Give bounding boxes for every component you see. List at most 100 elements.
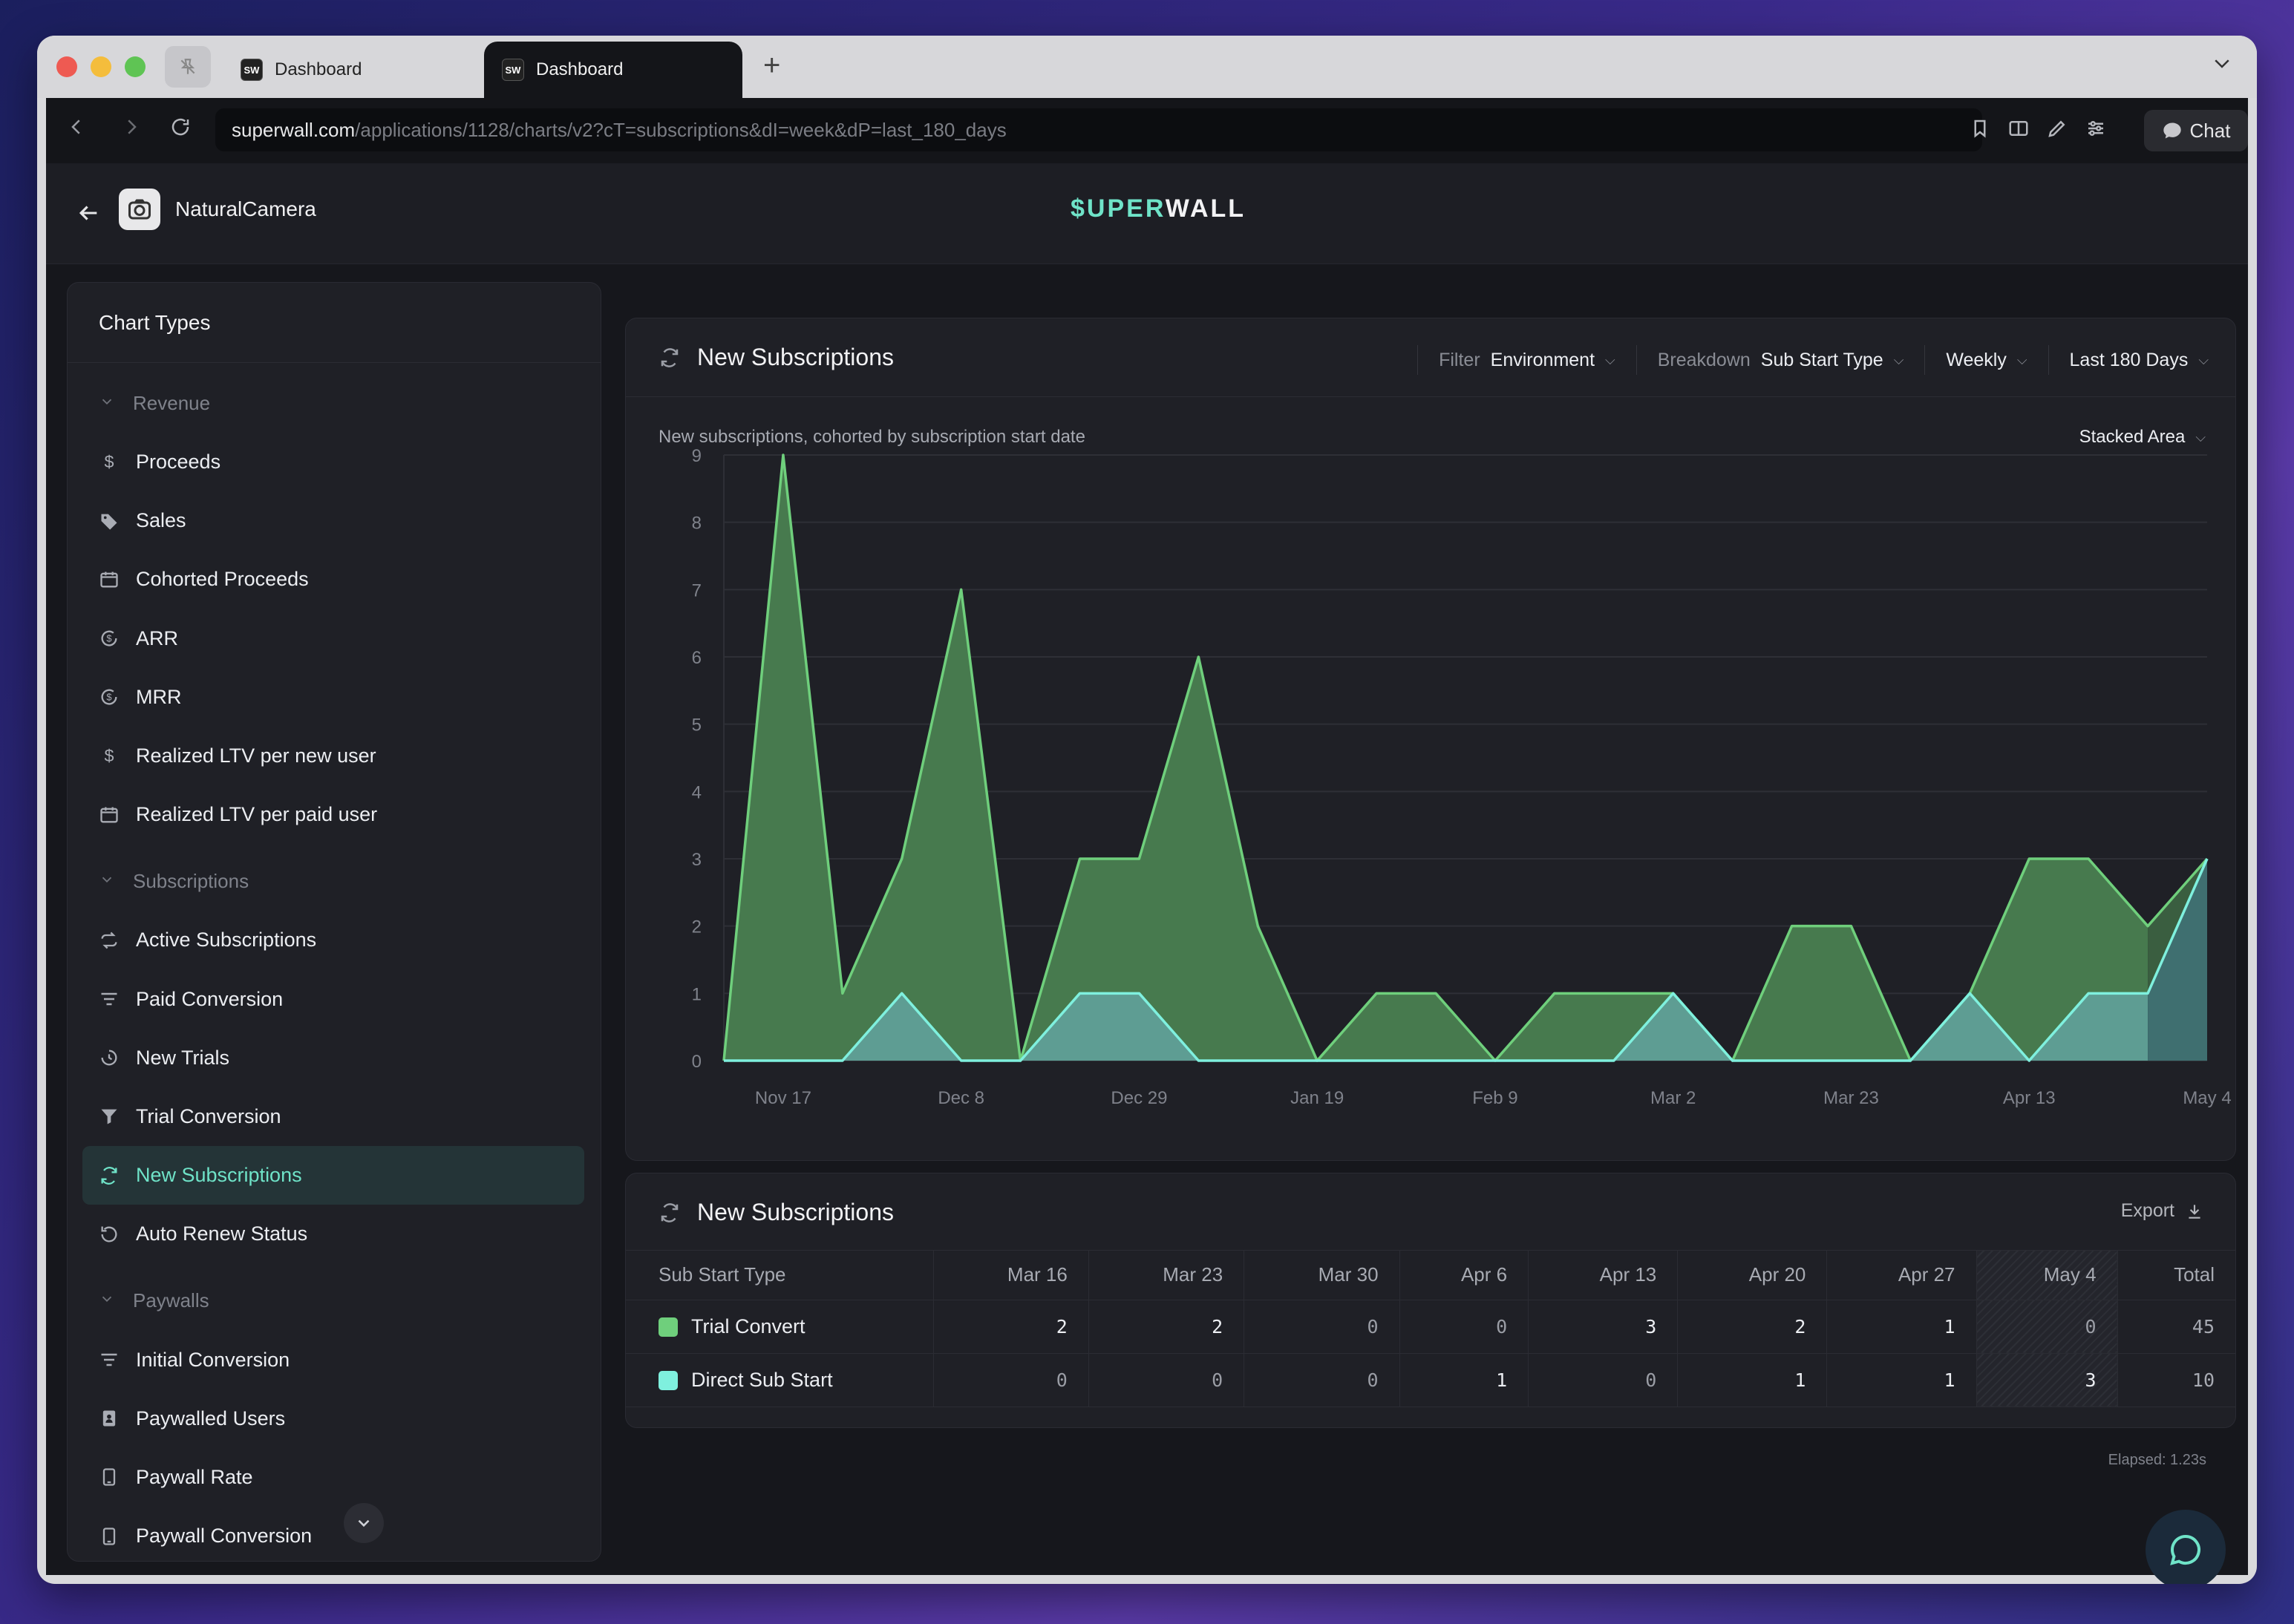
sidebar-item-initial-conversion[interactable]: Initial Conversion (68, 1330, 584, 1389)
forward-icon[interactable] (120, 116, 143, 144)
dollar-icon: $ (99, 746, 128, 767)
x-tick-label: Feb 9 (1472, 1088, 1517, 1108)
address-bar[interactable]: superwall.com/applications/1128/charts/v… (215, 108, 1982, 151)
back-arrow-icon[interactable] (76, 200, 101, 232)
close-window-button[interactable] (56, 56, 77, 77)
sidebar-section-paywalls[interactable]: Paywalls (68, 1271, 601, 1330)
tab-title: Dashboard (536, 59, 624, 79)
sidebar-item-realized-ltv-per-paid-user[interactable]: Realized LTV per paid user (68, 785, 584, 844)
pin-icon[interactable] (165, 46, 211, 88)
table-cell: 2 (932, 1300, 1089, 1354)
scroll-down-chevron-icon[interactable] (344, 1503, 384, 1543)
column-header: Mar 30 (1244, 1251, 1400, 1300)
settings-sliders-icon[interactable] (2085, 117, 2107, 143)
table-cell: 1 (1826, 1353, 1976, 1407)
table-cell: 3 (1976, 1353, 2118, 1407)
x-tick-label: Jan 19 (1290, 1088, 1344, 1108)
table-cell: 0 (932, 1353, 1089, 1407)
table-body: Trial Convert 2 2 0 0 3 2 1 0 45 Direct Sub Start 0… (626, 1300, 2235, 1407)
sidebar-item-paid-conversion[interactable]: Paid Conversion (68, 970, 584, 1029)
chevron-down-icon (99, 392, 115, 415)
sidebar-item-label: Proceeds (136, 451, 221, 474)
column-header: Apr 6 (1399, 1251, 1529, 1300)
app-camera-icon (119, 189, 160, 230)
support-chat-button[interactable] (2146, 1510, 2226, 1584)
sidebar-item-label: Initial Conversion (136, 1348, 290, 1371)
sidebar-item-label: Active Subscriptions (136, 929, 317, 952)
sidebar-list: Revenue $ Proceeds Sales Cohorted Proceeds $ A… (68, 363, 601, 1561)
logo-prefix: $UPER (1071, 194, 1166, 223)
back-icon[interactable] (65, 116, 88, 144)
edit-pen-icon[interactable] (2046, 117, 2068, 143)
split-view-icon[interactable] (2007, 117, 2030, 143)
total-cell: 10 (2117, 1353, 2235, 1407)
row-label: Direct Sub Start (691, 1368, 833, 1391)
sidebar-item-arr[interactable]: $ ARR (68, 609, 584, 668)
series-swatch (659, 1317, 678, 1337)
table-row: Direct Sub Start 0 0 0 1 0 1 1 3 10 (626, 1353, 2235, 1407)
recurring-dollar-icon: $ (99, 628, 128, 649)
sidebar-item-active-subscriptions[interactable]: Active Subscriptions (68, 911, 584, 969)
reload-icon[interactable] (169, 116, 192, 144)
sidebar-item-cohorted-proceeds[interactable]: Cohorted Proceeds (68, 550, 584, 609)
y-tick-label: 3 (692, 850, 702, 870)
sidebar-item-paywall-conversion[interactable]: Paywall Conversion (68, 1507, 584, 1561)
maximize-window-button[interactable] (125, 56, 146, 77)
y-tick-label: 4 (692, 782, 702, 802)
table-cell: 0 (1399, 1300, 1529, 1354)
sidebar-item-label: Auto Renew Status (136, 1222, 308, 1245)
y-tick-label: 1 (692, 984, 702, 1004)
svg-text:$: $ (105, 452, 114, 471)
column-header: Apr 20 (1677, 1251, 1827, 1300)
sidebar-item-sales[interactable]: Sales (68, 491, 584, 550)
browser-tab-active[interactable]: SW Dashboard (484, 42, 742, 98)
toolbar-icons (1969, 117, 2107, 143)
sidebar-item-mrr[interactable]: $ MRR (68, 668, 584, 727)
chat-bubble-icon (2170, 1534, 2200, 1565)
table-card: New Subscriptions Export Sub Start Type M… (625, 1173, 2236, 1428)
column-header: Total (2117, 1251, 2235, 1300)
sidebar-item-new-subscriptions[interactable]: New Subscriptions (82, 1146, 584, 1205)
sidebar-item-label: Realized LTV per paid user (136, 803, 378, 826)
x-tick-label: Dec 29 (1111, 1088, 1167, 1108)
sidebar-item-paywall-rate[interactable]: Paywall Rate (68, 1448, 584, 1507)
sidebar-item-label: ARR (136, 626, 179, 649)
funnel-icon (99, 1106, 128, 1127)
bookmark-icon[interactable] (1969, 117, 1991, 143)
table-cell: 0 (1244, 1300, 1400, 1354)
calendar-icon (99, 805, 128, 825)
minimize-window-button[interactable] (91, 56, 111, 77)
sidebar-item-proceeds[interactable]: $ Proceeds (68, 433, 584, 491)
table-title: New Subscriptions (697, 1199, 894, 1225)
browser-tab[interactable]: SW Dashboard (223, 42, 520, 98)
x-tick-label: Mar 23 (1823, 1088, 1879, 1108)
chat-button[interactable]: Chat (2144, 110, 2248, 151)
tab-overview-chevron-icon[interactable] (2211, 52, 2233, 78)
sidebar-item-new-trials[interactable]: New Trials (68, 1029, 584, 1087)
export-button[interactable]: Export (2121, 1200, 2204, 1222)
chart-types-sidebar: Chart Types Revenue $ Proceeds Sales Cohorte… (67, 282, 601, 1562)
new-tab-plus-icon[interactable]: + (763, 49, 780, 82)
sidebar-item-paywalled-users[interactable]: Paywalled Users (68, 1389, 584, 1448)
phone-icon (99, 1526, 128, 1547)
filter-lines-icon (99, 1349, 128, 1370)
row-label-cell: Trial Convert (626, 1300, 933, 1354)
table-cell: 3 (1528, 1300, 1678, 1354)
app-name: NaturalCamera (175, 197, 316, 220)
stacked-area-chart: 0 1 2 3 4 5 6 7 8 9 Nov 17 Dec 8 Dec 29 Jan 19 Feb 9 Ma… (692, 446, 2232, 1108)
browser-toolbar: superwall.com/applications/1128/charts/v… (46, 98, 2248, 163)
sidebar-item-auto-renew-status[interactable]: Auto Renew Status (68, 1205, 584, 1263)
sidebar-item-realized-ltv-per-new-user[interactable]: $ Realized LTV per new user (68, 727, 584, 785)
x-tick-label: Apr 13 (2003, 1088, 2056, 1108)
column-header: Mar 16 (932, 1251, 1089, 1300)
column-header: May 4 (1976, 1251, 2118, 1300)
sidebar-item-trial-conversion[interactable]: Trial Conversion (68, 1087, 584, 1146)
sidebar-section-label: Subscriptions (133, 869, 249, 892)
data-table: Sub Start Type Mar 16 Mar 23 Mar 30 Apr 6 Apr… (626, 1251, 2235, 1407)
table-card-header: New Subscriptions Export (626, 1173, 2235, 1251)
x-tick-label: Mar 2 (1650, 1088, 1696, 1108)
sidebar-section-subscriptions[interactable]: Subscriptions (68, 851, 601, 911)
column-header: Sub Start Type (626, 1251, 933, 1300)
svg-text:$: $ (106, 692, 111, 703)
sidebar-section-revenue[interactable]: Revenue (68, 373, 601, 433)
